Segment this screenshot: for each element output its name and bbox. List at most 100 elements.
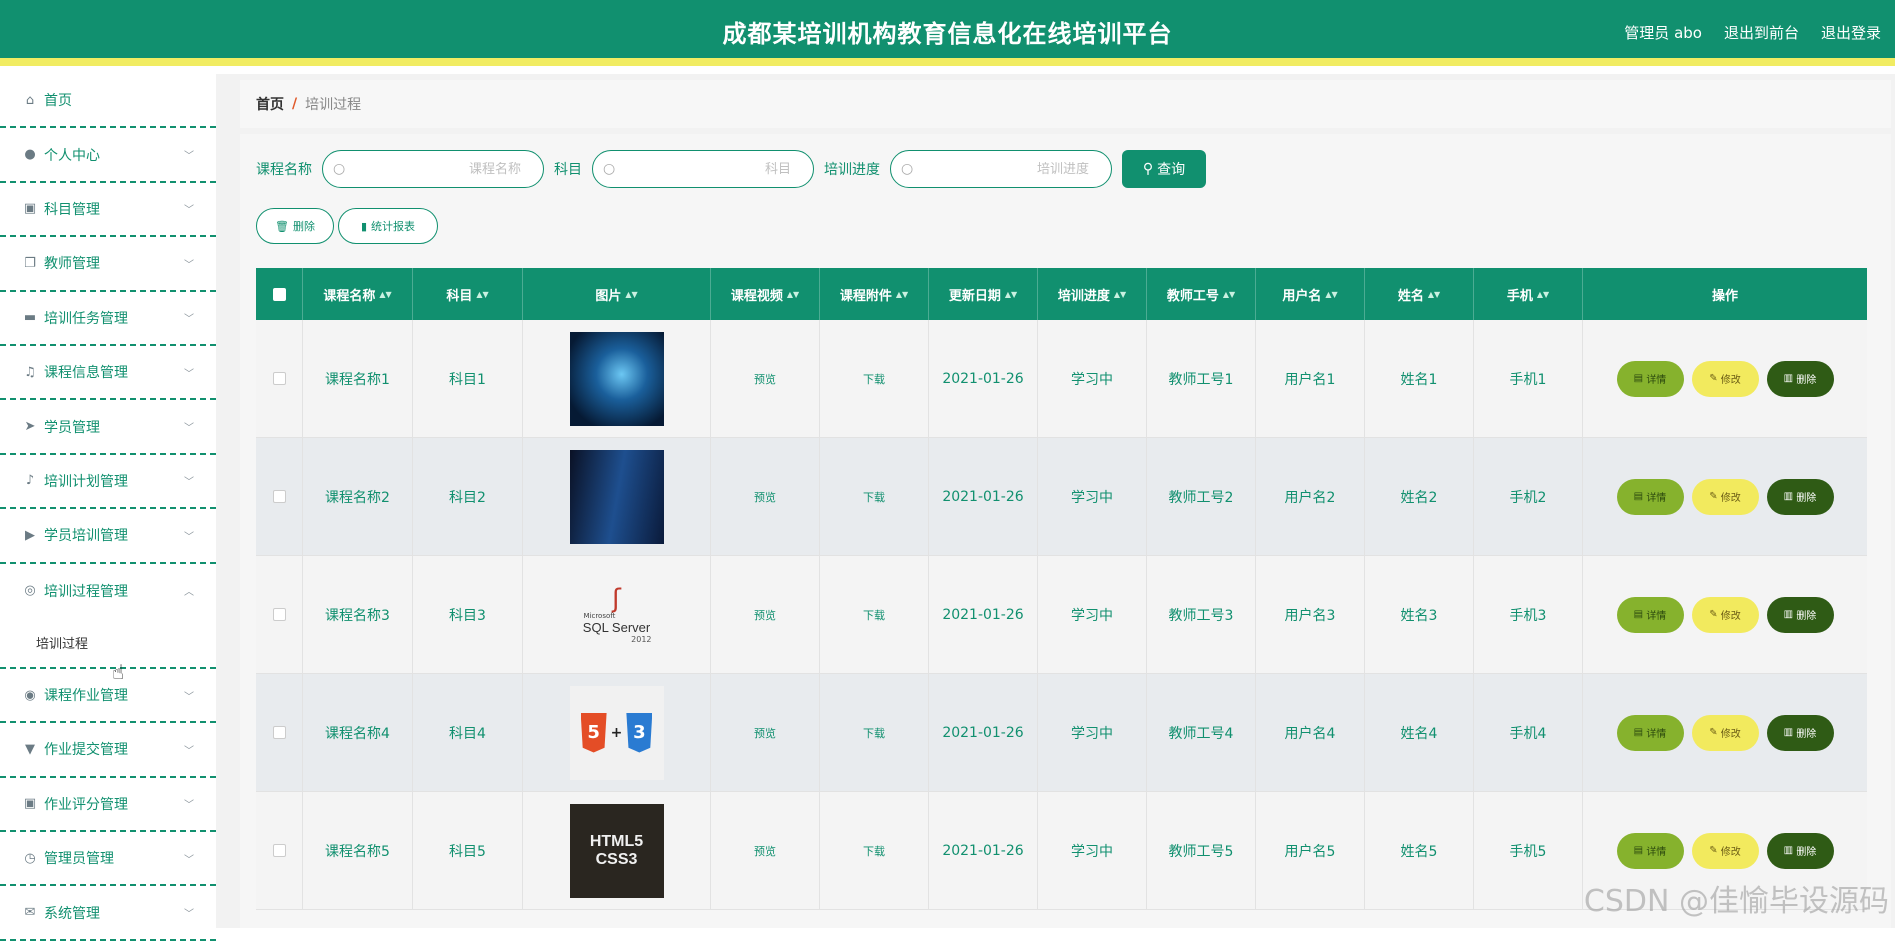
logout-link[interactable]: 退出登录 <box>1821 22 1881 43</box>
delete-button[interactable]: ▥ 删除 <box>1767 479 1834 515</box>
header-teacher-id[interactable]: 教师工号▲▼ <box>1147 268 1256 320</box>
sidebar-item-training-plan[interactable]: ♪ 培训计划管理 ﹀ <box>0 455 216 509</box>
report-button-label: 统计报表 <box>371 218 415 234</box>
sort-icon: ▲▼ <box>896 290 908 299</box>
pencil-icon: ✎ <box>1709 845 1721 856</box>
delete-button[interactable]: ▥ 删除 <box>1767 597 1834 633</box>
cell-video-preview[interactable]: 预览 <box>711 674 820 792</box>
trash-icon: 🗑 <box>275 220 289 233</box>
course-thumbnail[interactable] <box>570 332 664 426</box>
admin-user-label[interactable]: 管理员 abo <box>1624 22 1702 43</box>
sidebar-item-profile[interactable]: ● 个人中心 ﹀ <box>0 128 216 182</box>
cell-ops: ▤ 详情 ✎ 修改 ▥ 删除 <box>1583 674 1867 792</box>
sidebar-item-course-info[interactable]: ♫ 课程信息管理 ﹀ <box>0 346 216 400</box>
breadcrumb-home[interactable]: 首页 <box>256 94 284 114</box>
sidebar-item-training-process[interactable]: ◎ 培训过程管理 ︿ <box>0 564 216 618</box>
detail-button[interactable]: ▤ 详情 <box>1617 597 1684 633</box>
submenu-item-training-process[interactable]: 培训过程 <box>0 618 216 669</box>
detail-button[interactable]: ▤ 详情 <box>1617 361 1684 397</box>
row-ops: ▤ 详情 ✎ 修改 ▥ 删除 <box>1617 715 1834 751</box>
header-username[interactable]: 用户名▲▼ <box>1256 268 1365 320</box>
sidebar-item-homework-grading[interactable]: ▣ 作业评分管理 ﹀ <box>0 778 216 832</box>
sidebar-item-admins[interactable]: ◷ 管理员管理 ﹀ <box>0 832 216 886</box>
cell-attach-download[interactable]: 下载 <box>820 674 929 792</box>
cell-name: 姓名3 <box>1365 556 1474 674</box>
course-thumbnail[interactable]: 5 + 3 <box>570 686 664 780</box>
course-thumbnail[interactable]: HTML5 CSS3 <box>570 804 664 898</box>
cell-date: 2021-01-26 <box>929 320 1038 438</box>
sidebar-item-system[interactable]: ✉ 系统管理 ﹀ <box>0 886 216 940</box>
row-checkbox[interactable] <box>273 490 286 503</box>
cell-video-preview[interactable]: 预览 <box>711 438 820 556</box>
sidebar-item-student-training[interactable]: ▶ 学员培训管理 ﹀ <box>0 509 216 563</box>
cell-username: 用户名5 <box>1256 792 1365 910</box>
header-course[interactable]: 课程名称▲▼ <box>303 268 413 320</box>
header-attachment[interactable]: 课程附件▲▼ <box>820 268 929 320</box>
delete-button[interactable]: ▥ 删除 <box>1767 715 1834 751</box>
row-checkbox[interactable] <box>273 608 286 621</box>
detail-button[interactable]: ▤ 详情 <box>1617 479 1684 515</box>
row-select-cell <box>256 556 303 674</box>
back-to-front-link[interactable]: 退出到前台 <box>1724 22 1799 43</box>
chevron-down-icon: ﹀ <box>184 256 194 271</box>
row-checkbox[interactable] <box>273 844 286 857</box>
header-image[interactable]: 图片▲▼ <box>523 268 711 320</box>
header-phone[interactable]: 手机▲▼ <box>1474 268 1583 320</box>
cell-video-preview[interactable]: 预览 <box>711 320 820 438</box>
course-name-input[interactable] <box>323 162 543 177</box>
sidebar-item-teachers[interactable]: ❐ 教师管理 ﹀ <box>0 237 216 291</box>
query-button[interactable]: ⚲ 查询 <box>1122 150 1206 188</box>
sidebar-item-homework-submit[interactable]: ▼ 作业提交管理 ﹀ <box>0 723 216 777</box>
header-progress[interactable]: 培训进度▲▼ <box>1038 268 1147 320</box>
edit-button[interactable]: ✎ 修改 <box>1692 715 1759 751</box>
cell-video-preview[interactable]: 预览 <box>711 792 820 910</box>
detail-button[interactable]: ▤ 详情 <box>1617 833 1684 869</box>
header-video[interactable]: 课程视频▲▼ <box>711 268 820 320</box>
sidebar-item-homework[interactable]: ◉ 课程作业管理 ﹀ <box>0 669 216 723</box>
header-subject[interactable]: 科目▲▼ <box>413 268 523 320</box>
report-button[interactable]: ▮ 统计报表 <box>338 208 438 244</box>
sidebar-item-training-tasks[interactable]: ▬ 培训任务管理 ﹀ <box>0 292 216 346</box>
video-icon: ▶ <box>22 527 38 543</box>
cell-attach-download[interactable]: 下载 <box>820 556 929 674</box>
subject-input[interactable] <box>593 162 813 177</box>
select-all-checkbox[interactable] <box>273 288 286 301</box>
row-ops: ▤ 详情 ✎ 修改 ▥ 删除 <box>1617 361 1834 397</box>
sidebar-item-home[interactable]: ⌂ 首页 <box>0 74 216 128</box>
sidebar-item-label: 首页 <box>44 90 72 110</box>
row-ops: ▤ 详情 ✎ 修改 ▥ 删除 <box>1617 597 1834 633</box>
cell-subject: 科目1 <box>413 320 523 438</box>
delete-button[interactable]: ▥ 删除 <box>1767 833 1834 869</box>
course-thumbnail[interactable] <box>570 450 664 544</box>
sidebar-item-students[interactable]: ➤ 学员管理 ﹀ <box>0 400 216 454</box>
row-checkbox[interactable] <box>273 372 286 385</box>
cell-attach-download[interactable]: 下载 <box>820 792 929 910</box>
detail-button[interactable]: ▤ 详情 <box>1617 715 1684 751</box>
cell-image: HTML5 CSS3 <box>523 792 711 910</box>
header-date[interactable]: 更新日期▲▼ <box>929 268 1038 320</box>
progress-field-wrap: ○ <box>890 150 1112 188</box>
delete-button[interactable]: ▥ 删除 <box>1767 361 1834 397</box>
lifebuoy-icon: ◉ <box>22 687 38 703</box>
clipboard-check-icon: ▣ <box>22 796 38 812</box>
cell-video-preview[interactable]: 预览 <box>711 556 820 674</box>
edit-button[interactable]: ✎ 修改 <box>1692 361 1759 397</box>
edit-button[interactable]: ✎ 修改 <box>1692 597 1759 633</box>
breadcrumb-current: 培训过程 <box>305 94 361 114</box>
cell-subject: 科目3 <box>413 556 523 674</box>
sidebar-item-label: 作业评分管理 <box>44 794 128 814</box>
thumb-text: 2012 <box>631 635 651 644</box>
progress-input[interactable] <box>891 162 1111 177</box>
row-checkbox[interactable] <box>273 726 286 739</box>
cell-attach-download[interactable]: 下载 <box>820 320 929 438</box>
course-thumbnail[interactable]: ʃ Microsoft SQL Server 2012 <box>570 568 664 662</box>
edit-button[interactable]: ✎ 修改 <box>1692 479 1759 515</box>
bulk-delete-button[interactable]: 🗑 删除 <box>256 208 334 244</box>
cell-attach-download[interactable]: 下载 <box>820 438 929 556</box>
cell-ops: ▤ 详情 ✎ 修改 ▥ 删除 <box>1583 438 1867 556</box>
doc-icon: ▤ <box>1634 609 1647 620</box>
edit-button[interactable]: ✎ 修改 <box>1692 833 1759 869</box>
progress-label: 培训进度 <box>824 159 880 179</box>
header-name[interactable]: 姓名▲▼ <box>1365 268 1474 320</box>
sidebar-item-subjects[interactable]: ▣ 科目管理 ﹀ <box>0 183 216 237</box>
